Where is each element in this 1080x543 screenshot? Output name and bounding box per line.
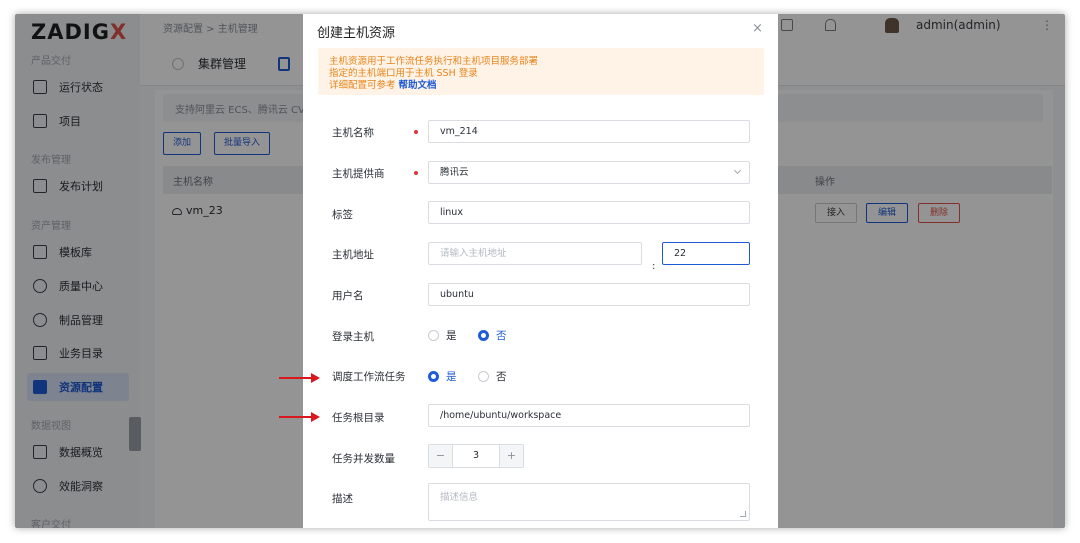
- login-yes-radio[interactable]: [428, 330, 439, 341]
- task-root-dir-input[interactable]: /home/ubuntu/workspace: [428, 404, 750, 427]
- schedule-yes-radio[interactable]: [428, 371, 439, 382]
- annotation-arrow-schedule: [279, 373, 320, 383]
- app-window: ZADIGX 产品交付 运行状态 项目 发布管理 发布计划 资产管理 模板库 质…: [15, 14, 1065, 528]
- resize-handle-icon[interactable]: [740, 511, 746, 517]
- decrement-button[interactable]: −: [429, 445, 453, 467]
- provider-select[interactable]: 腾讯云: [428, 161, 750, 184]
- schedule-workflow-label: 调度工作流任务: [332, 371, 406, 383]
- port-input[interactable]: 22: [662, 242, 750, 265]
- username-label: 用户名: [332, 290, 364, 302]
- concurrency-value[interactable]: 3: [453, 445, 499, 467]
- address-input[interactable]: 请输入主机地址: [428, 242, 642, 265]
- login-yes-label[interactable]: 是: [446, 328, 457, 343]
- login-no-radio[interactable]: [478, 330, 489, 341]
- help-doc-link[interactable]: 帮助文档: [399, 80, 437, 91]
- login-no-label[interactable]: 否: [496, 328, 507, 343]
- host-name-label: 主机名称: [332, 127, 374, 139]
- increment-button[interactable]: +: [499, 445, 523, 467]
- concurrency-stepper: − 3 +: [428, 444, 524, 468]
- dialog-title: 创建主机资源: [317, 26, 396, 41]
- close-icon[interactable]: ×: [752, 21, 763, 36]
- description-textarea[interactable]: 描述信息: [428, 483, 750, 521]
- create-host-dialog: 创建主机资源 × 主机资源用于工作流任务执行和主机项目服务部署 指定的主机端口用…: [303, 14, 778, 528]
- schedule-yes-label[interactable]: 是: [446, 369, 457, 384]
- schedule-no-radio[interactable]: [478, 371, 489, 382]
- annotation-arrow-workdir: [279, 412, 320, 422]
- login-host-label: 登录主机: [332, 331, 374, 343]
- port-separator: :: [652, 261, 656, 272]
- concurrency-label: 任务并发数量: [332, 453, 395, 465]
- host-name-input[interactable]: vm_214: [428, 120, 750, 143]
- schedule-no-label[interactable]: 否: [496, 369, 507, 384]
- task-root-dir-label: 任务根目录: [332, 412, 385, 424]
- chevron-down-icon: [733, 166, 742, 175]
- tag-input[interactable]: linux: [428, 201, 750, 224]
- address-label: 主机地址: [332, 249, 374, 261]
- required-mark: [414, 130, 418, 134]
- required-mark: [414, 171, 418, 175]
- tag-label: 标签: [332, 209, 353, 221]
- description-label: 描述: [332, 493, 353, 505]
- notice-banner: 主机资源用于工作流任务执行和主机项目服务部署 指定的主机端口用于主机 SSH 登…: [318, 48, 764, 95]
- notice-line-3: 详细配置可参考 帮助文档: [329, 80, 437, 91]
- provider-label: 主机提供商: [332, 168, 385, 180]
- username-input[interactable]: ubuntu: [428, 283, 750, 306]
